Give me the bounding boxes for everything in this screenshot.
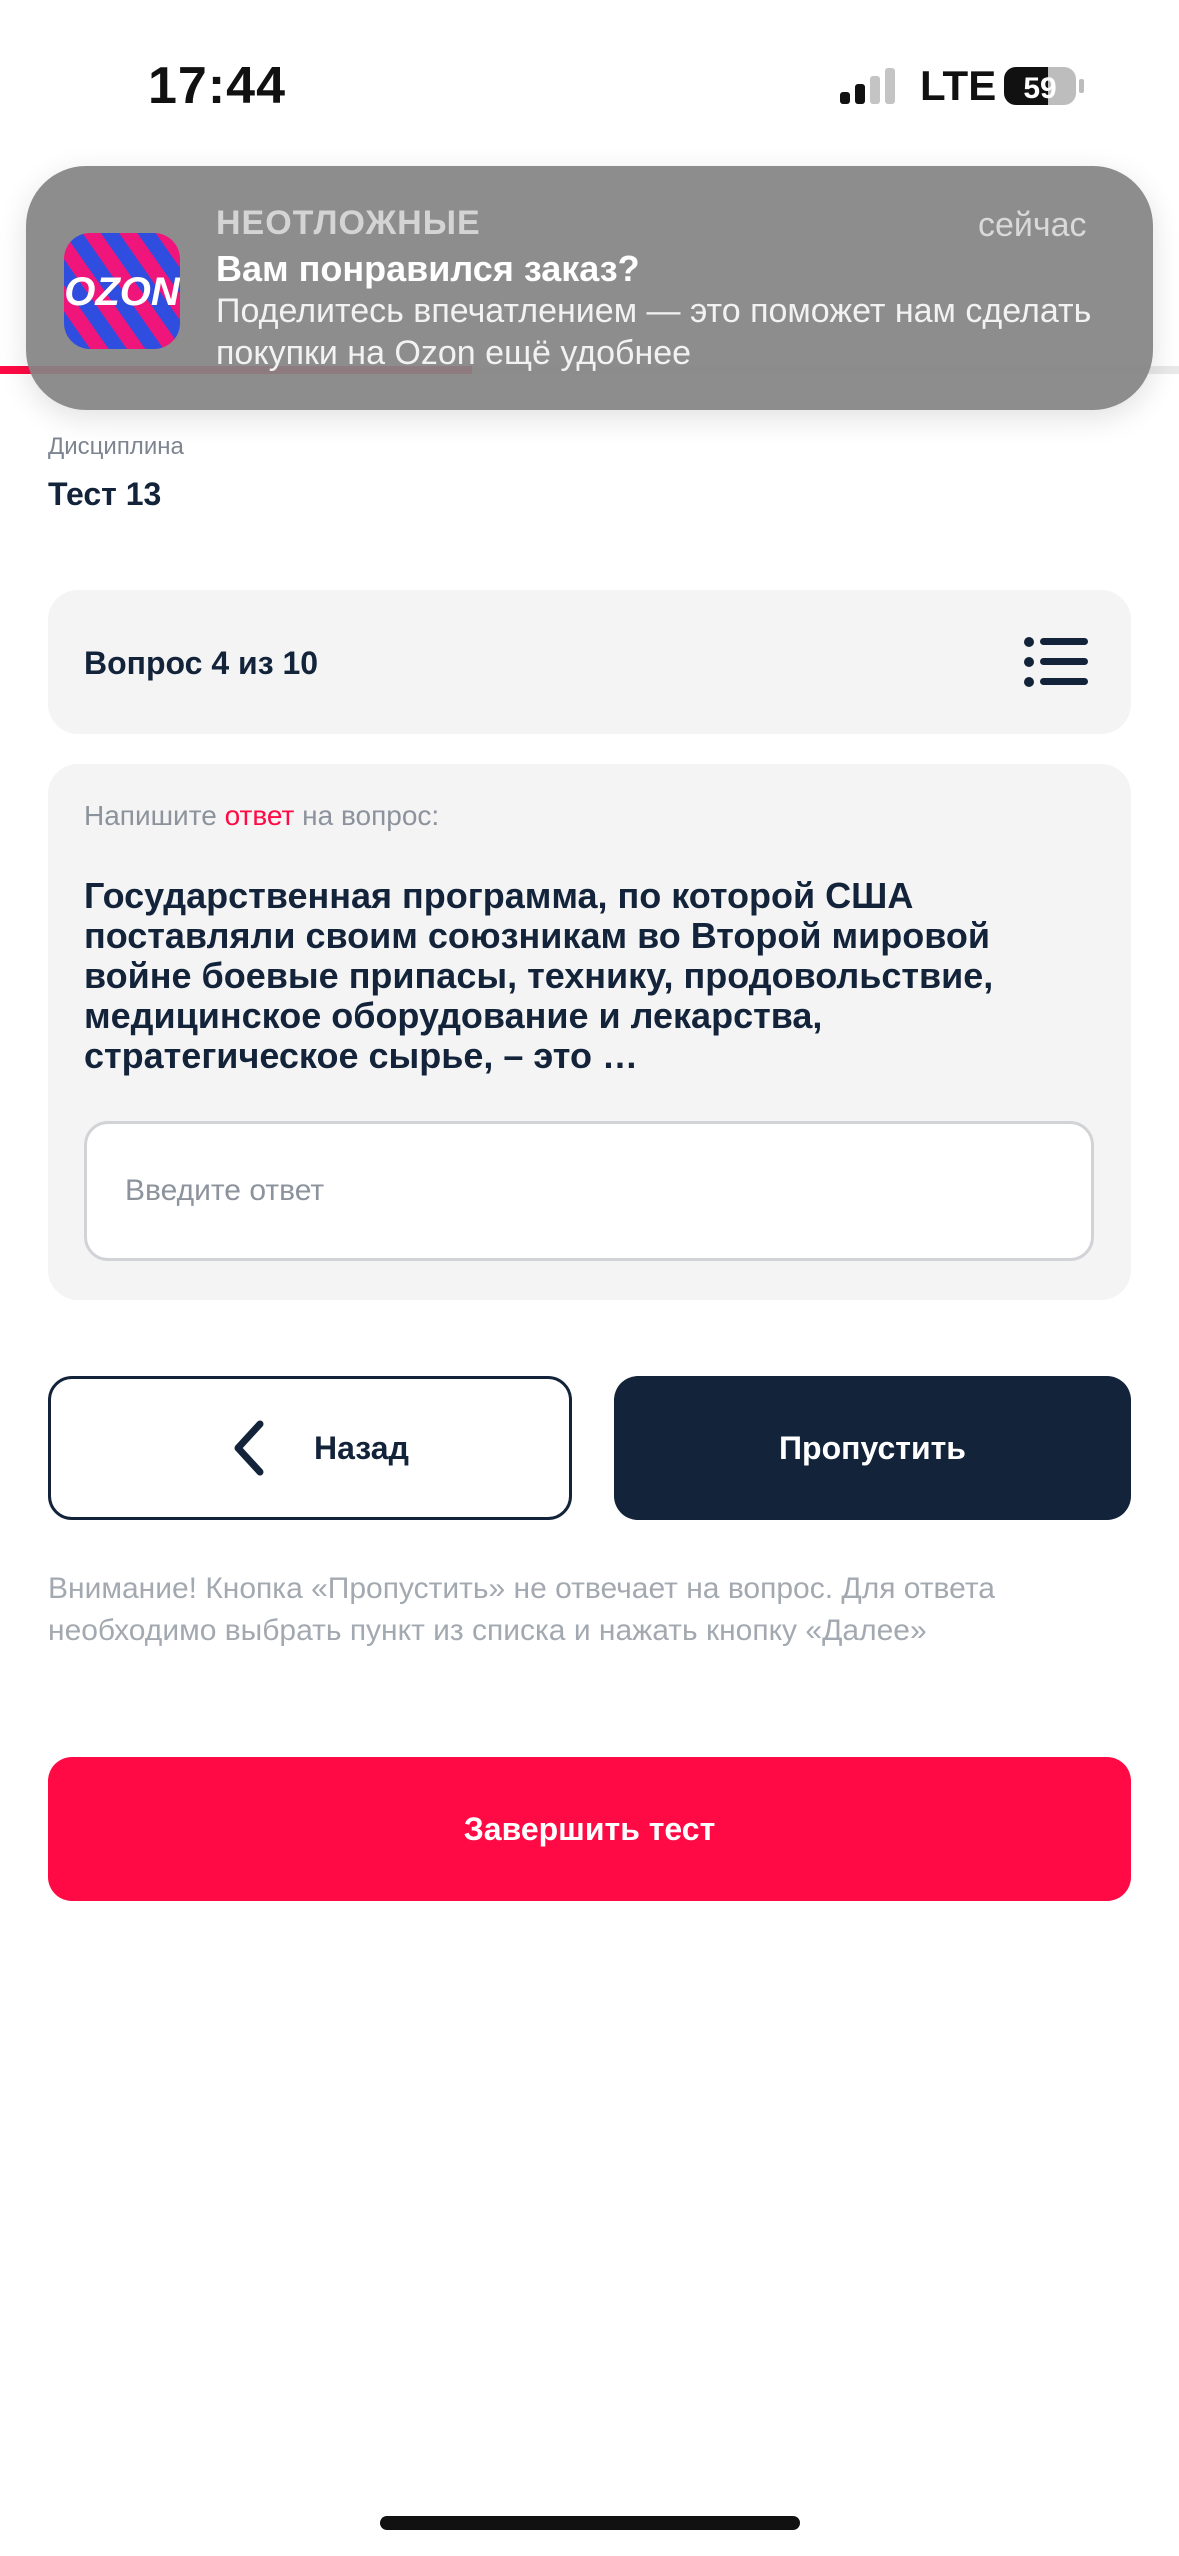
- battery-level: 59: [1023, 72, 1056, 105]
- battery-icon: 59: [1004, 67, 1084, 105]
- status-time: 17:44: [148, 57, 286, 115]
- ozon-app-icon: OZON: [64, 233, 180, 349]
- prompt-accent: ответ: [224, 800, 295, 831]
- notification-body: Поделитесь впечатлением — это поможет на…: [216, 292, 1092, 372]
- prompt-after: на вопрос:: [294, 800, 440, 831]
- answer-input[interactable]: [84, 1121, 1094, 1261]
- question-counter: Вопрос 4 из 10: [84, 645, 319, 681]
- question-prompt: Напишите ответ на вопрос:: [84, 800, 439, 832]
- question-text: Государственная программа, по которой СШ…: [84, 875, 994, 1076]
- discipline-value: Тест 13: [48, 476, 162, 512]
- notification-time: сейчас: [978, 206, 1087, 244]
- home-indicator[interactable]: [380, 2516, 800, 2530]
- network-type: LTE: [920, 62, 997, 109]
- notification-title: Вам понравился заказ?: [216, 248, 640, 289]
- ozon-logo-text: OZON: [64, 270, 180, 314]
- prompt-before: Напишите: [84, 800, 225, 831]
- chevron-left-icon: [234, 1420, 264, 1476]
- finish-test-label: Завершить тест: [463, 1811, 716, 1847]
- list-icon[interactable]: [1024, 636, 1088, 688]
- skip-button-label: Пропустить: [779, 1430, 966, 1466]
- back-button-label: Назад: [314, 1430, 409, 1466]
- skip-warning: Внимание! Кнопка «Пропустить» не отвечае…: [48, 1572, 995, 1647]
- discipline-label: Дисциплина: [48, 433, 184, 460]
- cellular-signal-icon: [840, 68, 895, 104]
- notification-category: НЕОТЛОЖНЫЕ: [216, 204, 481, 242]
- back-button[interactable]: [48, 1376, 572, 1520]
